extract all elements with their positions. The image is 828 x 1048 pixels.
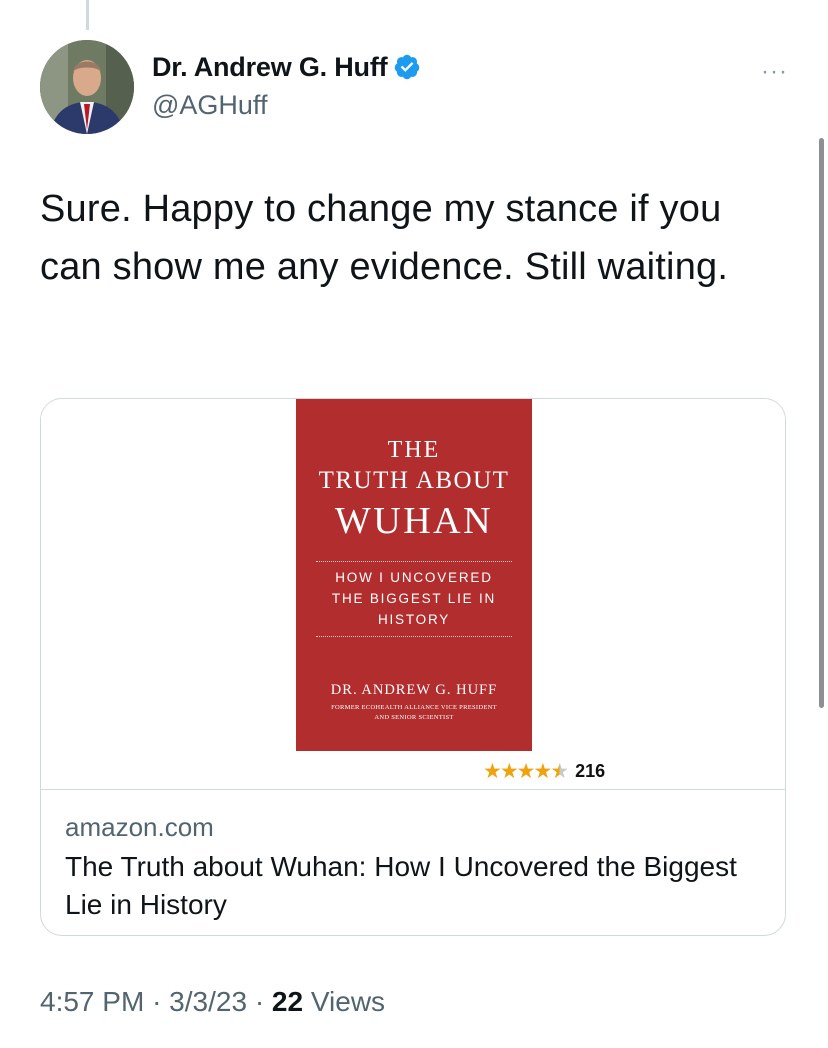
card-title: The Truth about Wuhan: How I Uncovered t… bbox=[65, 851, 737, 920]
tweet-header: Dr. Andrew G. Huff @AGHuff ··· bbox=[40, 40, 788, 136]
card-domain: amazon.com bbox=[65, 812, 214, 842]
scrollbar[interactable] bbox=[819, 138, 824, 708]
avatar[interactable] bbox=[40, 40, 134, 134]
cover-tagline: FORMER ECOHEALTH ALLIANCE VICE PRESIDENT… bbox=[310, 703, 518, 723]
handle[interactable]: @AGHuff bbox=[152, 90, 421, 121]
tweet-text: Sure. Happy to change my stance if you c… bbox=[40, 188, 729, 288]
cover-tagline-line1: FORMER ECOHEALTH ALLIANCE VICE PRESIDENT bbox=[331, 704, 497, 711]
thread-connector-line bbox=[86, 0, 89, 30]
separator: · bbox=[152, 986, 162, 1017]
star-rating-icon: ★★★★★ bbox=[483, 759, 569, 783]
cover-divider bbox=[316, 561, 512, 562]
display-name-row: Dr. Andrew G. Huff bbox=[152, 48, 421, 86]
verified-badge-icon bbox=[395, 54, 420, 80]
cover-subtitle: HOW I UNCOVERED THE BIGGEST LIE IN HISTO… bbox=[314, 567, 514, 630]
rating-count: 216 bbox=[575, 760, 606, 781]
card-media: THE TRUTH ABOUT WUHAN HOW I UNCOVERED TH… bbox=[41, 399, 785, 790]
profile-photo-icon bbox=[40, 40, 134, 134]
views-label: Views bbox=[310, 986, 386, 1017]
cover-subtitle-line2: THE BIGGEST LIE IN bbox=[331, 591, 497, 606]
tweet-time[interactable]: 4:57 PM bbox=[40, 986, 144, 1017]
display-name[interactable]: Dr. Andrew G. Huff bbox=[152, 52, 388, 83]
tweet-page: Dr. Andrew G. Huff @AGHuff ··· Sure. Hap… bbox=[0, 0, 828, 1048]
book-cover-image: THE TRUTH ABOUT WUHAN HOW I UNCOVERED TH… bbox=[296, 399, 532, 751]
more-options-button[interactable]: ··· bbox=[761, 58, 788, 86]
cover-title-line3: WUHAN bbox=[334, 500, 494, 542]
cover-title-line2: TRUTH ABOUT bbox=[318, 467, 510, 494]
cover-author: DR. ANDREW G. HUFF bbox=[330, 682, 498, 698]
link-preview-card[interactable]: THE TRUTH ABOUT WUHAN HOW I UNCOVERED TH… bbox=[40, 398, 786, 936]
cover-tagline-line2: AND SENIOR SCIENTIST bbox=[374, 714, 454, 721]
tweet-metadata: 4:57 PM · 3/3/23 · 22 Views bbox=[40, 986, 385, 1018]
product-rating: ★★★★★ 216 bbox=[483, 759, 605, 783]
author-names: Dr. Andrew G. Huff @AGHuff bbox=[152, 48, 421, 121]
cover-subtitle-line1: HOW I UNCOVERED bbox=[335, 570, 493, 585]
separator: · bbox=[254, 986, 265, 1017]
cover-divider bbox=[316, 636, 512, 637]
card-info: amazon.com The Truth about Wuhan: How I … bbox=[41, 790, 785, 924]
cover-title-line1: THE bbox=[387, 437, 441, 463]
views-count: 22 bbox=[271, 986, 304, 1017]
tweet-date[interactable]: 3/3/23 bbox=[169, 986, 247, 1017]
cover-subtitle-line3: HISTORY bbox=[377, 612, 451, 627]
half-star-icon: ★ bbox=[550, 759, 569, 783]
